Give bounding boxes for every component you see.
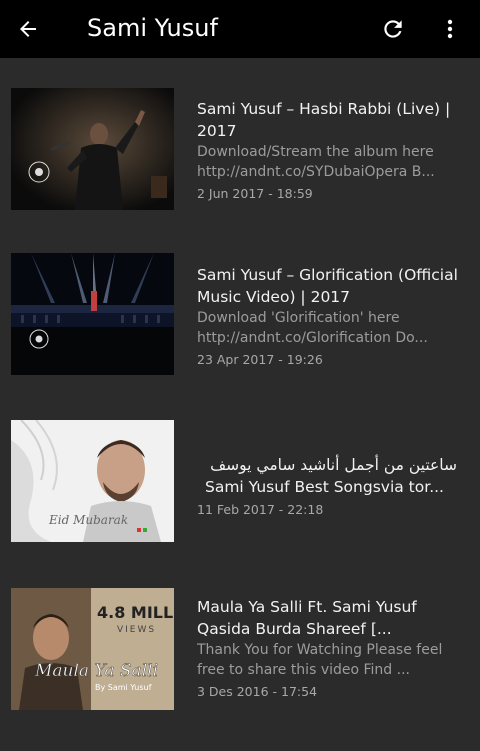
item-title-line2: Sami Yusuf Best Songsvia tor... — [205, 478, 444, 496]
refresh-button[interactable] — [373, 9, 413, 49]
item-date: 3 Des 2016 - 17:54 — [197, 684, 318, 699]
item-info: Sami Yusuf – Glorification (Official Mus… — [197, 264, 467, 369]
item-info: Sami Yusuf – Hasbi Rabbi (Live) | 2017 D… — [197, 98, 467, 203]
list-item[interactable]: Sami Yusuf – Glorification (Official Mus… — [0, 253, 480, 403]
app-bar: Sami Yusuf — [0, 0, 480, 58]
item-title: Sami Yusuf – Hasbi Rabbi (Live) | 2017 — [197, 100, 451, 140]
video-thumbnail: Eid Mubarak — [11, 420, 174, 542]
thumb-views-count: 4.8 MILLION — [97, 603, 174, 622]
list-item[interactable]: Eid Mubarak ساعتين من أجمل أناشيد سامي ي… — [0, 420, 480, 570]
thumb-views-label: VIEWS — [117, 625, 156, 635]
item-info: ساعتين من أجمل أناشيد سامي يوسف Sami Yus… — [197, 454, 467, 519]
list-item[interactable]: 4.8 MILLION VIEWS Maula Ya Salli By Sami… — [0, 588, 480, 738]
thumb-eid-text: Eid Mubarak — [48, 513, 128, 527]
arrow-back-icon — [20, 21, 36, 37]
video-thumbnail: 4.8 MILLION VIEWS Maula Ya Salli By Sami… — [11, 588, 174, 710]
video-thumbnail — [11, 253, 174, 375]
refresh-icon — [384, 20, 402, 38]
item-title: Sami Yusuf – Glorification (Official Mus… — [197, 266, 458, 306]
back-button[interactable] — [8, 9, 48, 49]
more-vert-icon — [447, 19, 453, 39]
thumb-script-title: Maula Ya Salli — [34, 661, 158, 681]
item-description: Thank You for Watching Please feel free … — [197, 642, 443, 678]
item-date: 11 Feb 2017 - 22:18 — [197, 502, 324, 517]
more-options-button[interactable] — [430, 9, 470, 49]
list-item[interactable]: Sami Yusuf – Hasbi Rabbi (Live) | 2017 D… — [0, 88, 480, 238]
item-description: Download/Stream the album here http://an… — [197, 144, 435, 180]
item-info: Maula Ya Salli Ft. Sami Yusuf Qasida Bur… — [197, 596, 467, 701]
item-description: Download 'Glorification' here http://and… — [197, 310, 428, 346]
item-date: 2 Jun 2017 - 18:59 — [197, 186, 313, 201]
video-thumbnail — [11, 88, 174, 210]
item-date: 23 Apr 2017 - 19:26 — [197, 352, 323, 367]
thumb-subtitle: By Sami Yusuf — [95, 683, 152, 692]
page-title: Sami Yusuf — [87, 14, 218, 42]
item-title-arabic: ساعتين من أجمل أناشيد سامي يوسف — [210, 456, 457, 474]
item-title: Maula Ya Salli Ft. Sami Yusuf Qasida Bur… — [197, 598, 417, 638]
